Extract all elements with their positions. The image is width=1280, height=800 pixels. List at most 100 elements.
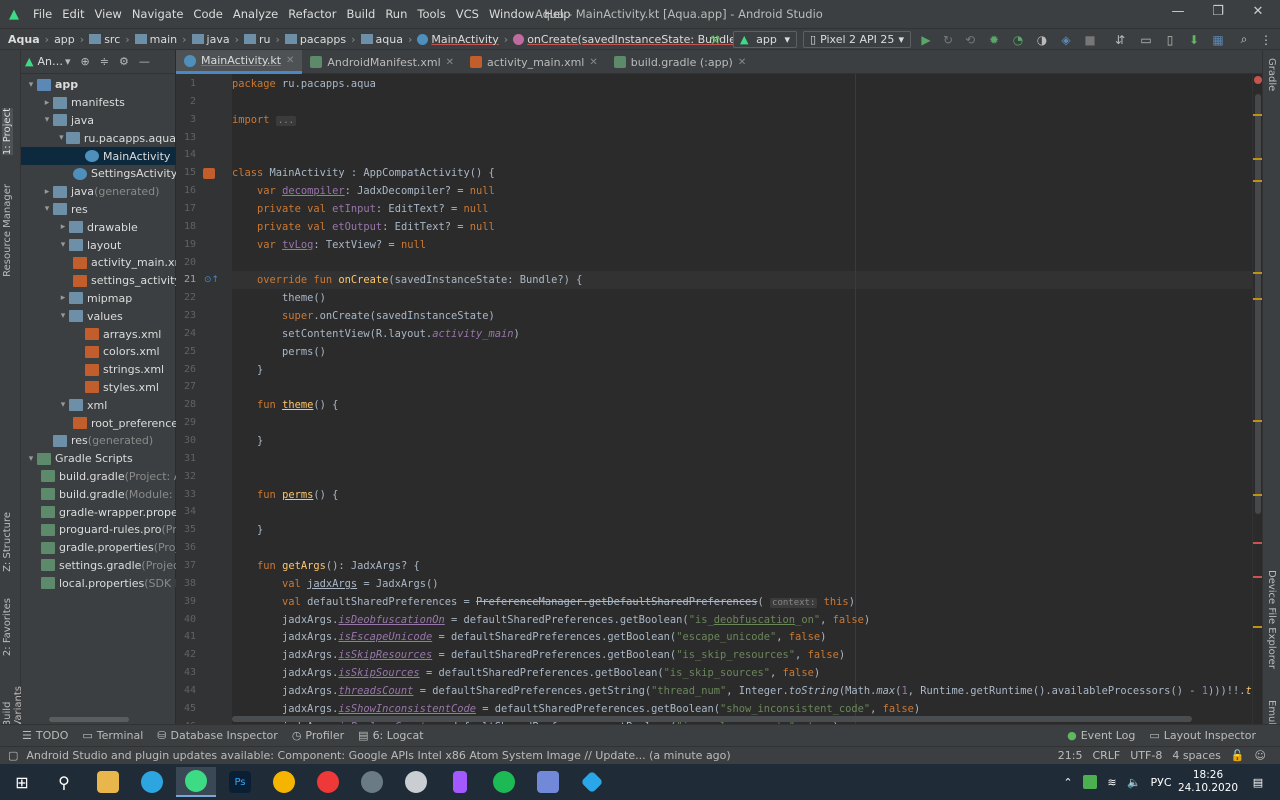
menu-run[interactable]: Run	[380, 7, 412, 21]
file-explorer-icon[interactable]	[88, 767, 128, 797]
tool-tab-resource-manager[interactable]: Resource Manager	[2, 184, 13, 277]
chrome-icon[interactable]	[264, 767, 304, 797]
tree-node[interactable]: res (generated)	[21, 432, 176, 450]
collapse-all-icon[interactable]: ≑	[100, 55, 109, 68]
run-config-select[interactable]: ▲ app ▾	[733, 31, 797, 48]
code-line[interactable]: var tvLog: TextView? = null	[232, 239, 426, 251]
tool-tab-layout-inspector[interactable]: ▭ Layout Inspector	[1149, 729, 1256, 742]
code-editor[interactable]: 1 2 3 13 14 15 16 17 18 19 20 21 22 23 24 25 26 27 28 29 30 3…	[176, 74, 1252, 724]
sketch-icon[interactable]	[572, 767, 612, 797]
code-line[interactable]: super.onCreate(savedInstanceState)	[232, 310, 495, 322]
windows-start-icon[interactable]: ⊞	[2, 767, 42, 797]
sync-gradle-icon[interactable]: ⇵	[1112, 31, 1128, 48]
tree-node[interactable]: ▾ app	[21, 76, 176, 94]
tree-node[interactable]: ▾ Gradle Scripts	[21, 450, 176, 468]
tree-node[interactable]: activity_main.xml	[21, 254, 176, 272]
horizontal-scrollbar[interactable]	[49, 717, 129, 722]
collapsed-arrow-icon[interactable]: ▸	[57, 222, 69, 232]
breadcrumb-item[interactable]: app	[52, 33, 77, 46]
show-hidden-icons[interactable]: ⌃	[1056, 767, 1080, 797]
expanded-arrow-icon[interactable]: ▾	[57, 240, 69, 250]
telegram-icon[interactable]	[132, 767, 172, 797]
tree-node[interactable]: styles.xml	[21, 379, 176, 397]
tool-tab-2-favorites[interactable]: 2: Favorites	[2, 598, 13, 656]
horizontal-scrollbar[interactable]	[232, 716, 1192, 722]
breadcrumb-item[interactable]: MainActivity	[415, 33, 500, 46]
settings-icon[interactable]: ⋮	[1258, 31, 1274, 48]
tree-node[interactable]: MainActivity	[21, 147, 176, 165]
discord-icon[interactable]	[528, 767, 568, 797]
code-line[interactable]: perms()	[232, 346, 326, 358]
tree-node[interactable]: ▾ ru.pacapps.aqua	[21, 129, 176, 147]
close-button[interactable]: ✕	[1238, 4, 1278, 24]
code-line[interactable]: import ...	[232, 114, 297, 126]
notifications-icon[interactable]: ▤	[1238, 767, 1278, 797]
tree-node[interactable]: local.properties (SDK L	[21, 574, 176, 592]
expanded-arrow-icon[interactable]: ▾	[41, 204, 53, 214]
menu-window[interactable]: Window	[484, 7, 539, 21]
gear-icon[interactable]: ⚙	[119, 55, 129, 68]
breadcrumb-item[interactable]: ru	[242, 33, 273, 46]
layout-inspector-icon[interactable]: ▭	[1138, 31, 1154, 48]
tool-tab-profiler[interactable]: ◷ Profiler	[292, 729, 344, 742]
tree-node[interactable]: settings_activity	[21, 272, 176, 290]
spotify-icon[interactable]	[484, 767, 524, 797]
tree-node[interactable]: arrays.xml	[21, 325, 176, 343]
menu-view[interactable]: View	[90, 7, 127, 21]
code-line[interactable]: fun perms() {	[232, 489, 338, 501]
locate-icon[interactable]: ⊕	[81, 55, 90, 68]
expanded-arrow-icon[interactable]: ▾	[57, 133, 66, 143]
apply-changes-icon[interactable]: ↻	[940, 31, 956, 48]
avd-manager-icon[interactable]: ▯	[1162, 31, 1178, 48]
search-icon[interactable]: ⚲	[44, 767, 84, 797]
menu-code[interactable]: Code	[188, 7, 227, 21]
code-line[interactable]: private val etOutput: EditText? = null	[232, 221, 495, 233]
expanded-arrow-icon[interactable]: ▾	[25, 454, 37, 464]
status-message[interactable]: Android Studio and plugin updates availa…	[26, 749, 730, 762]
attach-debugger-icon[interactable]: ◑	[1034, 31, 1050, 48]
code-line[interactable]: jadxArgs.isEscapeUnicode = defaultShared…	[232, 631, 826, 643]
override-icon[interactable]: ⊙↑	[204, 275, 219, 285]
game-icon[interactable]	[352, 767, 392, 797]
caret-position[interactable]: 21:5	[1058, 749, 1083, 762]
tree-node[interactable]: ▸ manifests	[21, 94, 176, 112]
coverage-icon[interactable]: ◈	[1058, 31, 1074, 48]
code-line[interactable]: }	[232, 435, 263, 447]
tree-node[interactable]: strings.xml	[21, 361, 176, 379]
expanded-arrow-icon[interactable]: ▾	[57, 400, 69, 410]
tree-node[interactable]: SettingsActivity	[21, 165, 176, 183]
code-line[interactable]: val defaultSharedPreferences = Preferenc…	[232, 596, 855, 608]
vertical-scrollbar[interactable]	[1255, 94, 1261, 514]
inspector-icon[interactable]: ☺	[1255, 749, 1266, 762]
tree-node[interactable]: ▸ mipmap	[21, 290, 176, 308]
photoshop-icon[interactable]: Ps	[220, 767, 260, 797]
expanded-arrow-icon[interactable]: ▾	[41, 115, 53, 125]
collapsed-arrow-icon[interactable]: ▸	[41, 98, 53, 108]
code-line[interactable]: val jadxArgs = JadxArgs()	[232, 578, 438, 590]
tree-node[interactable]: build.gradle (Project: A	[21, 468, 176, 486]
android-studio-taskbar-icon[interactable]	[176, 767, 216, 797]
stop-icon[interactable]: ■	[1082, 31, 1098, 48]
code-line[interactable]: setContentView(R.layout.activity_main)	[232, 328, 520, 340]
tool-tab-z-structure[interactable]: Z: Structure	[2, 512, 13, 572]
code-line[interactable]: override fun onCreate(savedInstanceState…	[232, 274, 582, 286]
code-line[interactable]: jadxArgs.isDeobfuscationOn = defaultShar…	[232, 614, 870, 626]
tree-node[interactable]: ▾ xml	[21, 396, 176, 414]
tree-node[interactable]: ▸ java (generated)	[21, 183, 176, 201]
volume-icon[interactable]: 🔈	[1124, 767, 1144, 797]
tree-node[interactable]: ▾ res	[21, 201, 176, 219]
tab-build-gradle-app-[interactable]: build.gradle (:app) ✕	[606, 50, 754, 74]
code-line[interactable]: fun getArgs(): JadxArgs? {	[232, 560, 420, 572]
close-tab-icon[interactable]: ✕	[286, 55, 294, 66]
debug-icon[interactable]: ✹	[986, 31, 1002, 48]
tree-node[interactable]: gradle.properties (Proje	[21, 539, 176, 557]
file-encoding[interactable]: UTF-8	[1130, 749, 1162, 762]
hide-icon[interactable]: —	[139, 55, 150, 68]
tree-node[interactable]: ▸ drawable	[21, 218, 176, 236]
code-line[interactable]: package ru.pacapps.aqua	[232, 78, 376, 90]
menu-build[interactable]: Build	[341, 7, 380, 21]
tool-windows-icon[interactable]: ▢	[8, 749, 18, 762]
device-select[interactable]: ▯ Pixel 2 API 25 ▾	[803, 31, 911, 48]
breadcrumb-item[interactable]: main	[133, 33, 179, 46]
tree-node[interactable]: ▾ values	[21, 307, 176, 325]
